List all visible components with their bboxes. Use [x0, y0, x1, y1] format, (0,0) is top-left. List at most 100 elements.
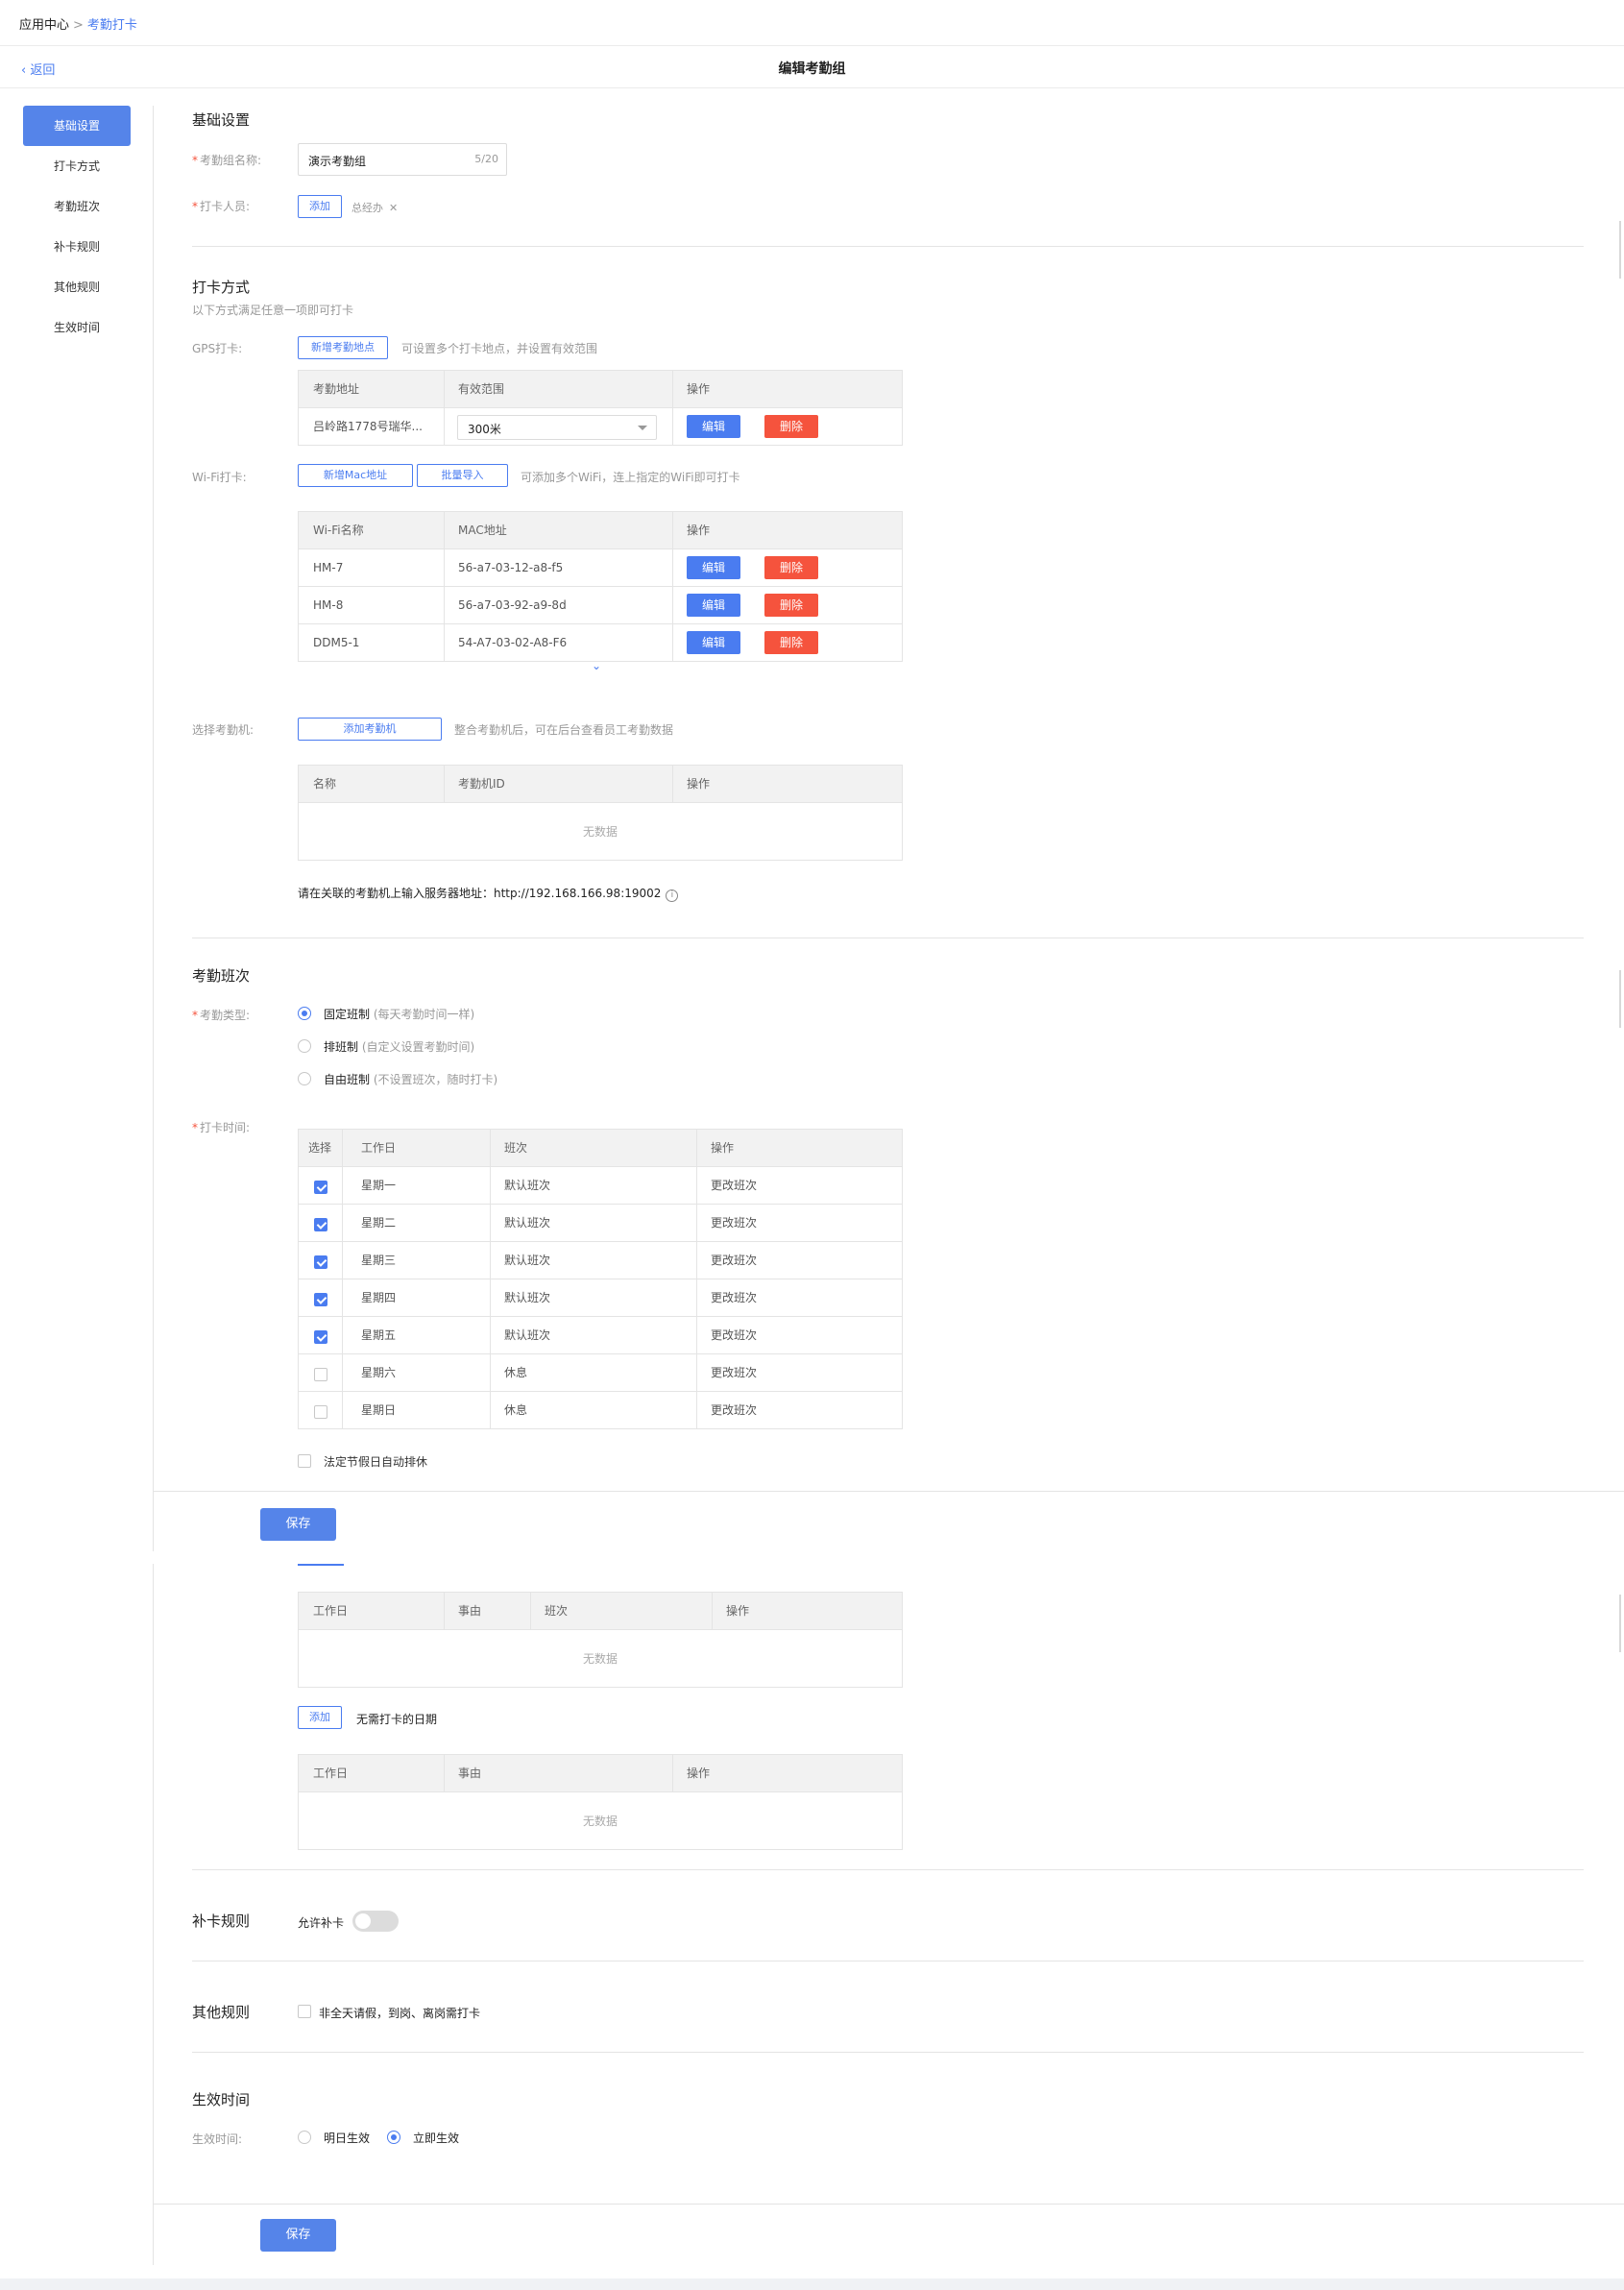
- sidebar-divider: [153, 106, 154, 1551]
- scrollbar[interactable]: [1619, 1595, 1621, 1652]
- day-checkbox[interactable]: [314, 1368, 327, 1381]
- day-name: 星期日: [361, 1403, 397, 1417]
- table-row: 星期六 休息 更改班次: [299, 1353, 902, 1391]
- delete-button[interactable]: 删除: [764, 556, 818, 579]
- divider: [192, 1869, 1584, 1870]
- delete-button[interactable]: 删除: [764, 594, 818, 617]
- table-row: 星期五 默认班次 更改班次: [299, 1316, 902, 1353]
- col-reason: 事由: [458, 1604, 482, 1618]
- group-name-input[interactable]: 演示考勤组 5/20: [298, 143, 507, 176]
- holiday-checkbox[interactable]: [298, 1454, 311, 1468]
- side-nav: 基础设置 打卡方式 考勤班次 补卡规则 其他规则 生效时间: [23, 106, 131, 348]
- table-row: 星期四 默认班次 更改班次: [299, 1279, 902, 1316]
- change-shift-link[interactable]: 更改班次: [696, 1392, 757, 1428]
- nav-item-punch[interactable]: 打卡方式: [23, 146, 131, 186]
- member-tag: 总经办 ✕: [351, 202, 399, 214]
- sidebar-divider-lower: [153, 1564, 154, 2265]
- edit-button[interactable]: 编辑: [687, 631, 740, 654]
- day-name: 星期五: [361, 1328, 397, 1342]
- table-row: 吕岭路1778号瑞华... 300米 编辑 删除: [299, 407, 902, 445]
- info-icon[interactable]: i: [666, 889, 679, 902]
- change-shift-link[interactable]: 更改班次: [696, 1354, 757, 1391]
- col-action: 操作: [687, 524, 711, 537]
- edit-button[interactable]: 编辑: [687, 415, 740, 438]
- delete-button[interactable]: 删除: [764, 631, 818, 654]
- wifi-hint: 可添加多个WiFi，连上指定的WiFi即可打卡: [521, 471, 740, 484]
- table-row: 星期二 默认班次 更改班次: [299, 1204, 902, 1241]
- close-icon[interactable]: ✕: [389, 202, 398, 214]
- add-member-button[interactable]: 添加: [298, 195, 342, 218]
- day-checkbox[interactable]: [314, 1330, 327, 1344]
- special-days-table: 工作日 事由 班次 操作 无数据: [298, 1592, 903, 1688]
- effective-label: 生效时间:: [192, 2132, 243, 2146]
- group-name-count: 5/20: [474, 153, 498, 165]
- table-row: 星期三 默认班次 更改班次: [299, 1241, 902, 1279]
- option-fixed: 固定班制 (每天考勤时间一样): [324, 1008, 475, 1021]
- day-shift: 休息: [504, 1403, 528, 1417]
- nav-item-makeup[interactable]: 补卡规则: [23, 227, 131, 267]
- radio-fixed[interactable]: [298, 1007, 311, 1020]
- change-shift-link[interactable]: 更改班次: [696, 1167, 757, 1204]
- change-shift-link[interactable]: 更改班次: [696, 1279, 757, 1316]
- day-shift: 默认班次: [504, 1216, 551, 1230]
- punch-title: 打卡方式: [192, 279, 251, 296]
- day-name: 星期四: [361, 1291, 397, 1304]
- change-shift-link[interactable]: 更改班次: [696, 1317, 757, 1353]
- col-select: 选择: [308, 1141, 332, 1155]
- scrollbar[interactable]: [1619, 221, 1621, 279]
- breadcrumb-root[interactable]: 应用中心: [19, 18, 69, 33]
- wifi-table: Wi-Fi名称 MAC地址 操作 HM-7 56-a7-03-12-a8-f5 …: [298, 511, 903, 662]
- expand-more-icon[interactable]: ⌄: [592, 659, 601, 672]
- radio-free[interactable]: [298, 1072, 311, 1085]
- breadcrumb-current[interactable]: 考勤打卡: [87, 18, 137, 33]
- makeup-title: 补卡规则: [192, 1912, 251, 1930]
- chevron-right-icon: >: [73, 18, 84, 33]
- col-workday: 工作日: [313, 1604, 349, 1618]
- bulk-import-button[interactable]: 批量导入: [417, 464, 508, 487]
- add-mac-button[interactable]: 新增Mac地址: [298, 464, 413, 487]
- now-label: 立即生效: [413, 2132, 460, 2145]
- day-name: 星期六: [361, 1366, 397, 1379]
- nav-item-effective[interactable]: 生效时间: [23, 307, 131, 348]
- col-day: 工作日: [361, 1141, 397, 1155]
- radio-rotating[interactable]: [298, 1039, 311, 1053]
- add-location-button[interactable]: 新增考勤地点: [298, 336, 388, 359]
- table-row: DDM5-1 54-A7-03-02-A8-F6 编辑 删除: [299, 623, 902, 661]
- no-punch-table: 工作日 事由 操作 无数据: [298, 1754, 903, 1850]
- name-label: * 考勤组名称:: [192, 154, 262, 167]
- col-shift: 班次: [504, 1141, 528, 1155]
- edit-button[interactable]: 编辑: [687, 594, 740, 617]
- other-title: 其他规则: [192, 2004, 251, 2021]
- day-checkbox[interactable]: [314, 1293, 327, 1306]
- nav-item-other[interactable]: 其他规则: [23, 267, 131, 307]
- add-machine-button[interactable]: 添加考勤机: [298, 718, 442, 741]
- group-name-value: 演示考勤组: [308, 155, 367, 168]
- col-machine-name: 名称: [313, 777, 337, 791]
- other-rule-checkbox[interactable]: [298, 2005, 311, 2018]
- add-no-punch-button[interactable]: 添加: [298, 1706, 342, 1729]
- radio-now[interactable]: [387, 2131, 400, 2144]
- scrollbar[interactable]: [1619, 970, 1621, 1028]
- day-checkbox[interactable]: [314, 1218, 327, 1231]
- basic-title: 基础设置: [192, 111, 251, 129]
- col-wifi-name: Wi-Fi名称: [313, 524, 364, 537]
- edit-button[interactable]: 编辑: [687, 556, 740, 579]
- machine-label: 选择考勤机:: [192, 723, 255, 737]
- machine-table: 名称 考勤机ID 操作 无数据: [298, 765, 903, 861]
- range-select[interactable]: 300米: [457, 415, 657, 440]
- save-button[interactable]: 保存: [260, 1508, 336, 1541]
- day-checkbox[interactable]: [314, 1181, 327, 1194]
- radio-tomorrow[interactable]: [298, 2131, 311, 2144]
- allow-makeup-toggle[interactable]: [352, 1911, 399, 1932]
- nav-item-shift[interactable]: 考勤班次: [23, 186, 131, 227]
- save-button[interactable]: 保存: [260, 2219, 336, 2252]
- change-shift-link[interactable]: 更改班次: [696, 1205, 757, 1241]
- day-checkbox[interactable]: [314, 1255, 327, 1269]
- change-shift-link[interactable]: 更改班次: [696, 1242, 757, 1279]
- nav-item-basic[interactable]: 基础设置: [23, 106, 131, 146]
- members-label: * 打卡人员:: [192, 200, 251, 213]
- day-shift: 默认班次: [504, 1254, 551, 1267]
- day-checkbox[interactable]: [314, 1405, 327, 1419]
- wifi-name: HM-8: [313, 598, 344, 612]
- delete-button[interactable]: 删除: [764, 415, 818, 438]
